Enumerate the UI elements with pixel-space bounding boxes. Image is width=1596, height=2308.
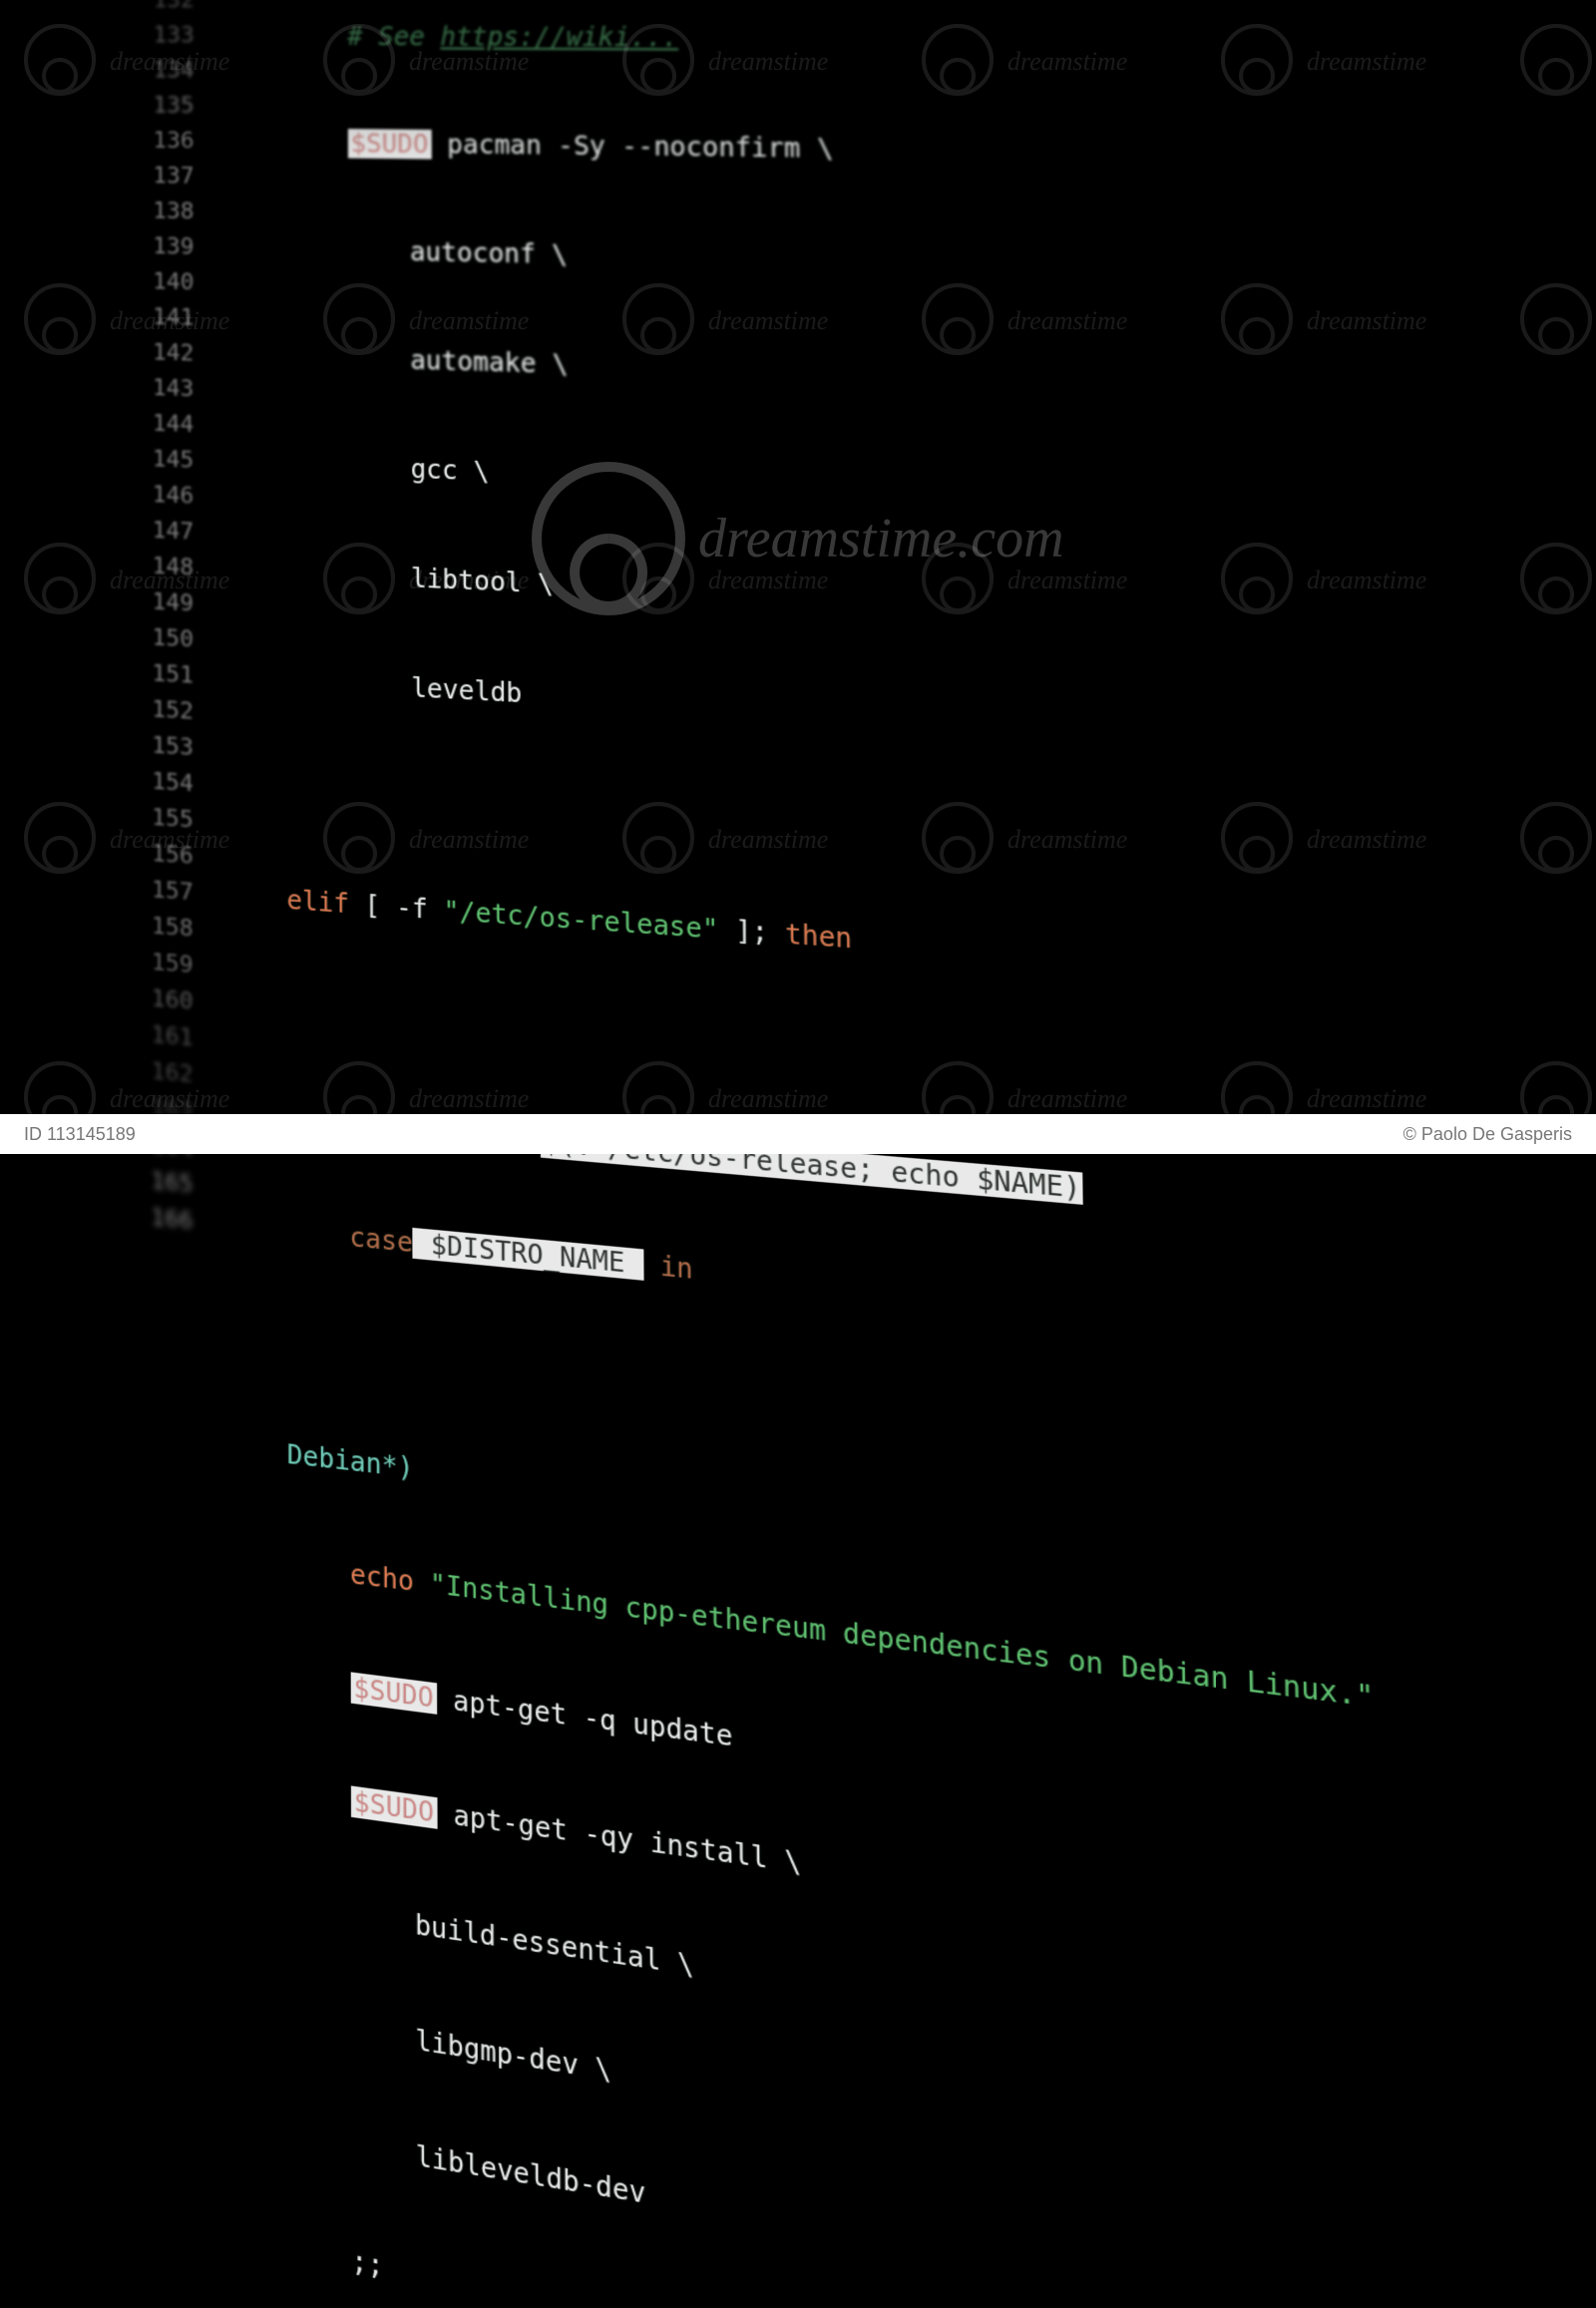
line-number: 148 [131,549,194,587]
image-credit: © Paolo De Gasperis [1403,1124,1572,1145]
sudo-token: $SUDO [350,1672,437,1715]
stock-footer: ID 113145189 © Paolo De Gasperis [0,1114,1596,1154]
pkg-text: libgmp-dev \ [415,2025,611,2088]
line-number: 145 [132,441,195,479]
line-number: 165 [130,1162,194,1205]
line-number: 137 [132,159,194,194]
line-number: 160 [130,979,193,1020]
line-number: 158 [130,908,193,949]
keyword-in: in [660,1251,693,1286]
code-line: libtool \ [225,553,1352,639]
code-line: $SUDO pacman -Sy --noconfirm \ [225,125,1343,174]
editor-viewport: 1311321331341351361371381391401411421431… [56,0,1596,1377]
code-line: leveldb [225,660,1355,757]
line-number: 147 [131,513,194,551]
line-number: 161 [130,1016,193,1058]
line-number: 162 [130,1052,194,1094]
line-number: 151 [131,655,194,694]
line-number: 146 [131,477,194,515]
line-number: 133 [133,19,195,54]
line-number: 141 [132,299,195,336]
case-end: ;; [351,2245,383,2283]
bracket-text: ]; [718,915,785,951]
case-pattern: Debian*) [287,1439,414,1484]
pkg-text: build-essential \ [415,1909,694,1982]
line-number: 166 [130,1198,194,1241]
echo-string: "Installing cpp-ethereum dependencies on… [414,1566,1375,1714]
line-number: 152 [131,691,194,731]
line-number-gutter: 1311321331341351361371381391401411421431… [130,0,195,1241]
comment-text: # See [347,22,440,52]
image-id-label: ID 113145189 [24,1124,136,1145]
code-line: elif [ -f "/etc/os-release" ]; then [225,878,1360,993]
line-number: 132 [133,0,195,19]
pkg-text: automake \ [410,345,569,379]
line-number: 138 [132,193,194,229]
line-number: 134 [132,54,194,90]
line-number: 159 [130,944,193,984]
pkg-text: gcc \ [410,454,489,487]
code-line: autoconf \ [225,230,1345,289]
sudo-token: $SUDO [347,129,431,159]
line-number: 149 [131,583,194,622]
code-viewport[interactable]: # See https://wiki... $SUDO pacman -Sy -… [223,0,1412,2308]
line-number: 154 [131,763,194,803]
command-text: pacman -Sy --noconfirm \ [432,130,834,165]
keyword-echo: echo [350,1559,414,1598]
line-number: 142 [132,335,195,372]
line-number: 143 [132,370,195,408]
pkg-text: autoconf \ [410,237,568,270]
bracket-text: [ [349,889,396,923]
variable-ref: $DISTRO_NAME [413,1228,643,1281]
line-number: 153 [131,727,194,767]
line-number: 157 [131,871,194,912]
code-line-empty [225,769,1358,876]
code-line: # See https://wiki... [225,19,1340,59]
line-number: 155 [131,799,194,839]
line-number: 135 [132,89,194,125]
line-number: 156 [131,835,194,875]
line-number: 140 [132,264,195,301]
command-text: apt-get -qy install \ [437,1797,801,1879]
code-line: automake \ [225,337,1347,405]
keyword-elif: elif [286,885,348,920]
code-line: case $DISTRO_NAME in [224,1207,1367,1352]
path-string: "/etc/os-release" [444,896,719,946]
test-flag: -f [396,893,444,927]
keyword-then: then [785,919,853,955]
comment-url: https://wiki... [440,22,678,52]
pkg-text: libtool \ [411,564,554,600]
pkg-text: leveldb [411,673,522,709]
sudo-token: $SUDO [350,1785,437,1828]
command-text: apt-get -q update [437,1683,733,1752]
pkg-text: libleveldb-dev [416,2140,646,2210]
line-number: 136 [132,124,194,160]
keyword-case: case [349,1222,412,1259]
line-number: 139 [132,229,195,266]
line-number: 144 [132,406,195,444]
code-line-empty [225,986,1363,1112]
code-line: gcc \ [225,445,1350,523]
line-number: 150 [131,619,194,658]
